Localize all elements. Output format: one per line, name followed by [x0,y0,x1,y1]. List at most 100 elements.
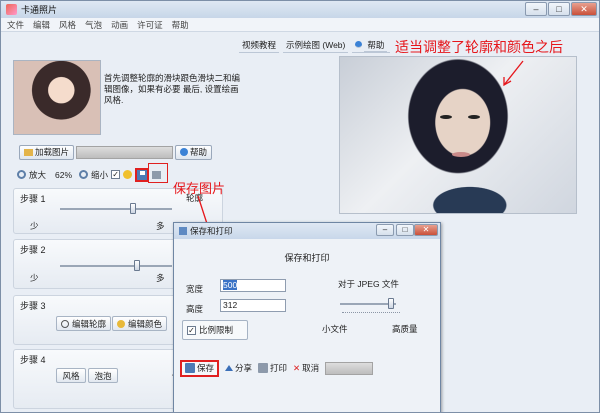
bubble-label: 泡泡 [94,370,112,381]
dialog-close-button[interactable]: ✕ [414,224,438,236]
tab-help-label: 帮助 [364,39,388,52]
help-icon [180,148,189,156]
quality-slider[interactable] [388,298,394,309]
floppy-icon [185,363,195,373]
step-4-title: 步骤 4 [20,355,46,365]
dialog-footer: 保存 分享 打印 ✕ 取消 [174,358,440,378]
step-2-more: 多 [156,273,165,283]
step-1-track [60,208,172,210]
load-row: 加载图片 帮助 [19,143,225,161]
app-window: 卡通照片 – □ ✕ 文件 编辑 风格 气泡 动画 许可证 帮助 首先调整轮廓的… [0,0,600,413]
load-image-button[interactable]: 加载图片 [19,144,75,160]
help-label: 帮助 [190,147,208,157]
step-1-title: 步骤 1 [20,194,46,204]
left-eye [440,115,452,119]
edit-smile-icon[interactable] [123,170,133,179]
lips [452,152,470,157]
menu-file[interactable]: 文件 [7,19,24,31]
print-label: 打印 [270,363,288,373]
high-quality-label: 高质量 [392,324,418,334]
menu-license[interactable]: 许可证 [137,19,163,31]
zoom-in-icon[interactable] [17,170,26,179]
height-input[interactable]: 312 [220,299,286,312]
edit-color-button[interactable]: 编辑颜色 [112,316,168,331]
aspect-ratio-group: ✓ 比例限制 [182,320,248,340]
right-eye [468,115,480,119]
printer-icon [258,363,269,373]
cartoon-preview-image [339,56,577,214]
style-label: 风格 [62,370,80,381]
zoom-out-icon[interactable] [79,170,89,179]
print-button[interactable]: 打印 [258,362,287,374]
save-label: 保存 [197,363,215,373]
outline-icon [61,319,69,328]
dialog-title: 保存和打印 [190,226,233,236]
tab-bar: 视频教程 示例绘图 (Web) 帮助 [239,38,391,53]
maximize-button[interactable]: □ [548,2,570,16]
step-2-track [60,265,172,267]
aspect-ratio-label: 比例限制 [199,325,234,335]
app-icon [6,4,17,15]
intro-text: 首先调整轮廓的滑块跟色滑块二和编辑图像，如果有必要 最后, 设置绘画风格. [104,73,241,105]
share-label: 分享 [235,363,253,373]
step-2-slider[interactable] [134,260,140,271]
save-icon[interactable] [135,167,150,182]
share-icon [225,365,234,371]
folder-icon [24,148,33,156]
fit-checkbox[interactable]: ✓ [111,170,121,179]
step-2-less: 少 [30,273,39,283]
cancel-label: 取消 [302,363,320,373]
menu-style[interactable]: 风格 [59,19,76,31]
tab-video-tutorial[interactable]: 视频教程 [239,38,280,53]
preview-panel: 视频教程 示例绘图 (Web) 帮助 [239,38,597,214]
load-image-label: 加载图片 [35,147,70,157]
dialog-maximize-button[interactable]: □ [396,224,414,236]
dialog-progress-bar [325,361,374,375]
tab-sample-web[interactable]: 示例绘图 (Web) [283,38,349,53]
help-button[interactable]: 帮助 [175,144,213,160]
annotation-arrow-top [503,60,524,87]
title-bar: 卡通照片 – □ ✕ [1,1,599,18]
tab-help[interactable]: 帮助 [352,38,391,53]
annotation-adjusted: 适当调整了轮廓和颜色之后 [395,40,563,56]
zoom-percent: 62% [55,169,73,180]
dialog-app-icon [179,227,187,235]
thumbnail-image [13,60,101,135]
dialog-minimize-button[interactable]: – [376,224,394,236]
save-button[interactable]: 保存 [180,359,220,377]
width-input[interactable]: 500 [220,279,286,292]
menu-help[interactable]: 帮助 [172,19,189,31]
jpeg-label: 对于 JPEG 文件 [338,279,399,289]
height-label: 高度 [186,304,204,314]
share-button[interactable]: 分享 [225,362,252,374]
step-3-title: 步骤 3 [20,301,46,311]
step-1-less: 少 [30,221,39,231]
zoom-out-label[interactable]: 缩小 [91,169,108,181]
aspect-ratio-checkbox[interactable]: ✓ [187,325,196,335]
edit-outline-button[interactable]: 编辑轮廓 [56,316,112,331]
load-progress-bar [76,145,174,159]
close-button[interactable]: ✕ [571,2,597,16]
style-button[interactable]: 风格 [56,368,86,383]
width-label: 宽度 [186,284,204,294]
window-title: 卡通照片 [21,5,58,15]
step-1-slider[interactable] [130,203,136,214]
width-value: 500 [223,280,238,290]
bubble-button[interactable]: 泡泡 [88,368,118,383]
help-icon [355,41,363,48]
save-print-dialog: 保存和打印 – □ ✕ 保存和打印 宽度 500 高度 312 ✓ 比例限制 对… [173,222,441,412]
menu-bar: 文件 编辑 风格 气泡 动画 许可证 帮助 [1,18,599,32]
save-icon-highlight [148,163,168,183]
menu-bubble[interactable]: 气泡 [85,19,102,31]
cancel-button[interactable]: ✕ 取消 [293,362,319,374]
menu-edit[interactable]: 编辑 [33,19,50,31]
step-1-more: 多 [156,221,165,231]
palette-icon [117,319,125,328]
minimize-button[interactable]: – [525,2,547,16]
zoom-in-label[interactable]: 放大 [29,169,46,181]
small-file-label: 小文件 [322,324,348,334]
dialog-heading: 保存和打印 [284,253,330,263]
quality-ticks [342,310,400,313]
menu-animation[interactable]: 动画 [111,19,128,31]
edit-color-label: 编辑颜色 [128,318,163,329]
